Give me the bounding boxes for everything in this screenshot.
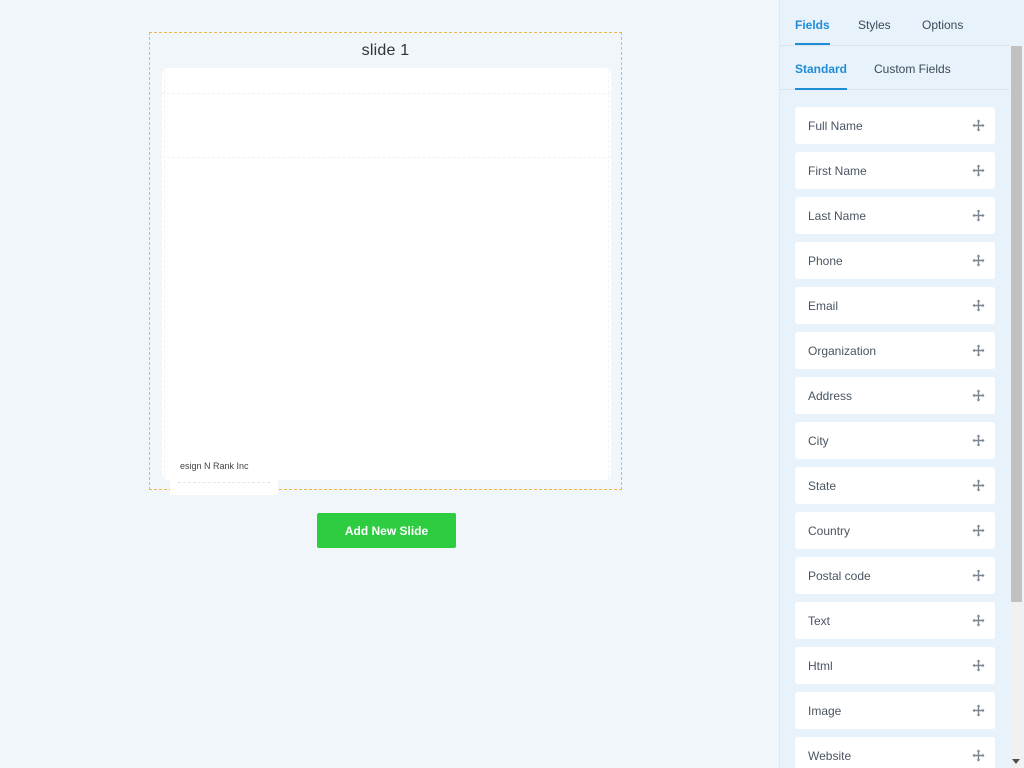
field-item[interactable]: Text: [795, 602, 995, 639]
form-row-divider: [162, 157, 611, 158]
panel-tabs: Fields Styles Options: [780, 0, 1010, 46]
add-new-slide-button[interactable]: Add New Slide: [317, 513, 456, 548]
move-icon[interactable]: [972, 389, 985, 402]
field-label: Email: [808, 298, 839, 313]
form-row-divider: [162, 93, 611, 94]
move-icon[interactable]: [972, 434, 985, 447]
field-item[interactable]: State: [795, 467, 995, 504]
field-label: Organization: [808, 343, 877, 358]
field-item[interactable]: City: [795, 422, 995, 459]
scrollbar-thumb[interactable]: [1011, 46, 1022, 602]
move-icon[interactable]: [972, 479, 985, 492]
field-label: Postal code: [808, 568, 871, 583]
field-label: State: [808, 478, 837, 493]
footer-text: esign N Rank Inc: [180, 461, 249, 471]
move-icon[interactable]: [972, 659, 985, 672]
field-item[interactable]: Address: [795, 377, 995, 414]
footer-divider: [178, 482, 270, 483]
slide-frame[interactable]: slide 1: [149, 32, 622, 490]
move-icon[interactable]: [972, 344, 985, 357]
move-icon[interactable]: [972, 614, 985, 627]
field-label: Country: [808, 523, 851, 538]
field-label: Image: [808, 703, 842, 718]
move-icon[interactable]: [972, 209, 985, 222]
field-item[interactable]: Image: [795, 692, 995, 729]
tab-styles[interactable]: Styles: [858, 18, 891, 32]
field-type-tabs: Standard Custom Fields: [780, 46, 1010, 90]
field-label: Website: [808, 748, 852, 763]
field-label: Html: [808, 658, 833, 673]
field-label: Last Name: [808, 208, 867, 223]
move-icon[interactable]: [972, 524, 985, 537]
field-item[interactable]: Phone: [795, 242, 995, 279]
form-builder: slide 1 esign N Rank Inc Add New Slide F…: [0, 0, 1024, 768]
move-icon[interactable]: [972, 254, 985, 267]
move-icon[interactable]: [972, 569, 985, 582]
move-icon[interactable]: [972, 749, 985, 762]
field-label: Full Name: [808, 118, 863, 133]
field-label: City: [808, 433, 829, 448]
tab-custom-fields[interactable]: Custom Fields: [874, 62, 951, 76]
field-label: Address: [808, 388, 853, 403]
panel-scrollbar[interactable]: [1009, 46, 1024, 768]
field-label: Phone: [808, 253, 843, 268]
field-item[interactable]: Website: [795, 737, 995, 768]
move-icon[interactable]: [972, 704, 985, 717]
move-icon[interactable]: [972, 299, 985, 312]
field-list: Full Name First Name Last Name Phone Email Or…: [795, 107, 995, 768]
field-item[interactable]: First Name: [795, 152, 995, 189]
field-item[interactable]: Organization: [795, 332, 995, 369]
field-item[interactable]: Html: [795, 647, 995, 684]
move-icon[interactable]: [972, 119, 985, 132]
field-label: First Name: [808, 163, 867, 178]
field-item[interactable]: Email: [795, 287, 995, 324]
form-left-guide: [164, 70, 165, 478]
move-icon[interactable]: [972, 164, 985, 177]
field-item[interactable]: Postal code: [795, 557, 995, 594]
slide-form-area[interactable]: [162, 68, 611, 480]
tab-options[interactable]: Options: [922, 18, 963, 32]
field-item[interactable]: Country: [795, 512, 995, 549]
field-label: Text: [808, 613, 831, 628]
form-right-guide: [608, 70, 609, 478]
footer-branding: esign N Rank Inc: [170, 455, 278, 495]
fields-panel: Fields Styles Options Standard Custom Fi…: [779, 0, 1024, 768]
scroll-down-arrow-icon[interactable]: [1012, 759, 1020, 764]
tab-fields[interactable]: Fields: [795, 18, 830, 45]
slide-canvas: slide 1 esign N Rank Inc Add New Slide: [0, 0, 779, 768]
tab-standard[interactable]: Standard: [795, 62, 848, 90]
field-item[interactable]: Full Name: [795, 107, 995, 144]
slide-title: slide 1: [361, 42, 410, 59]
field-item[interactable]: Last Name: [795, 197, 995, 234]
